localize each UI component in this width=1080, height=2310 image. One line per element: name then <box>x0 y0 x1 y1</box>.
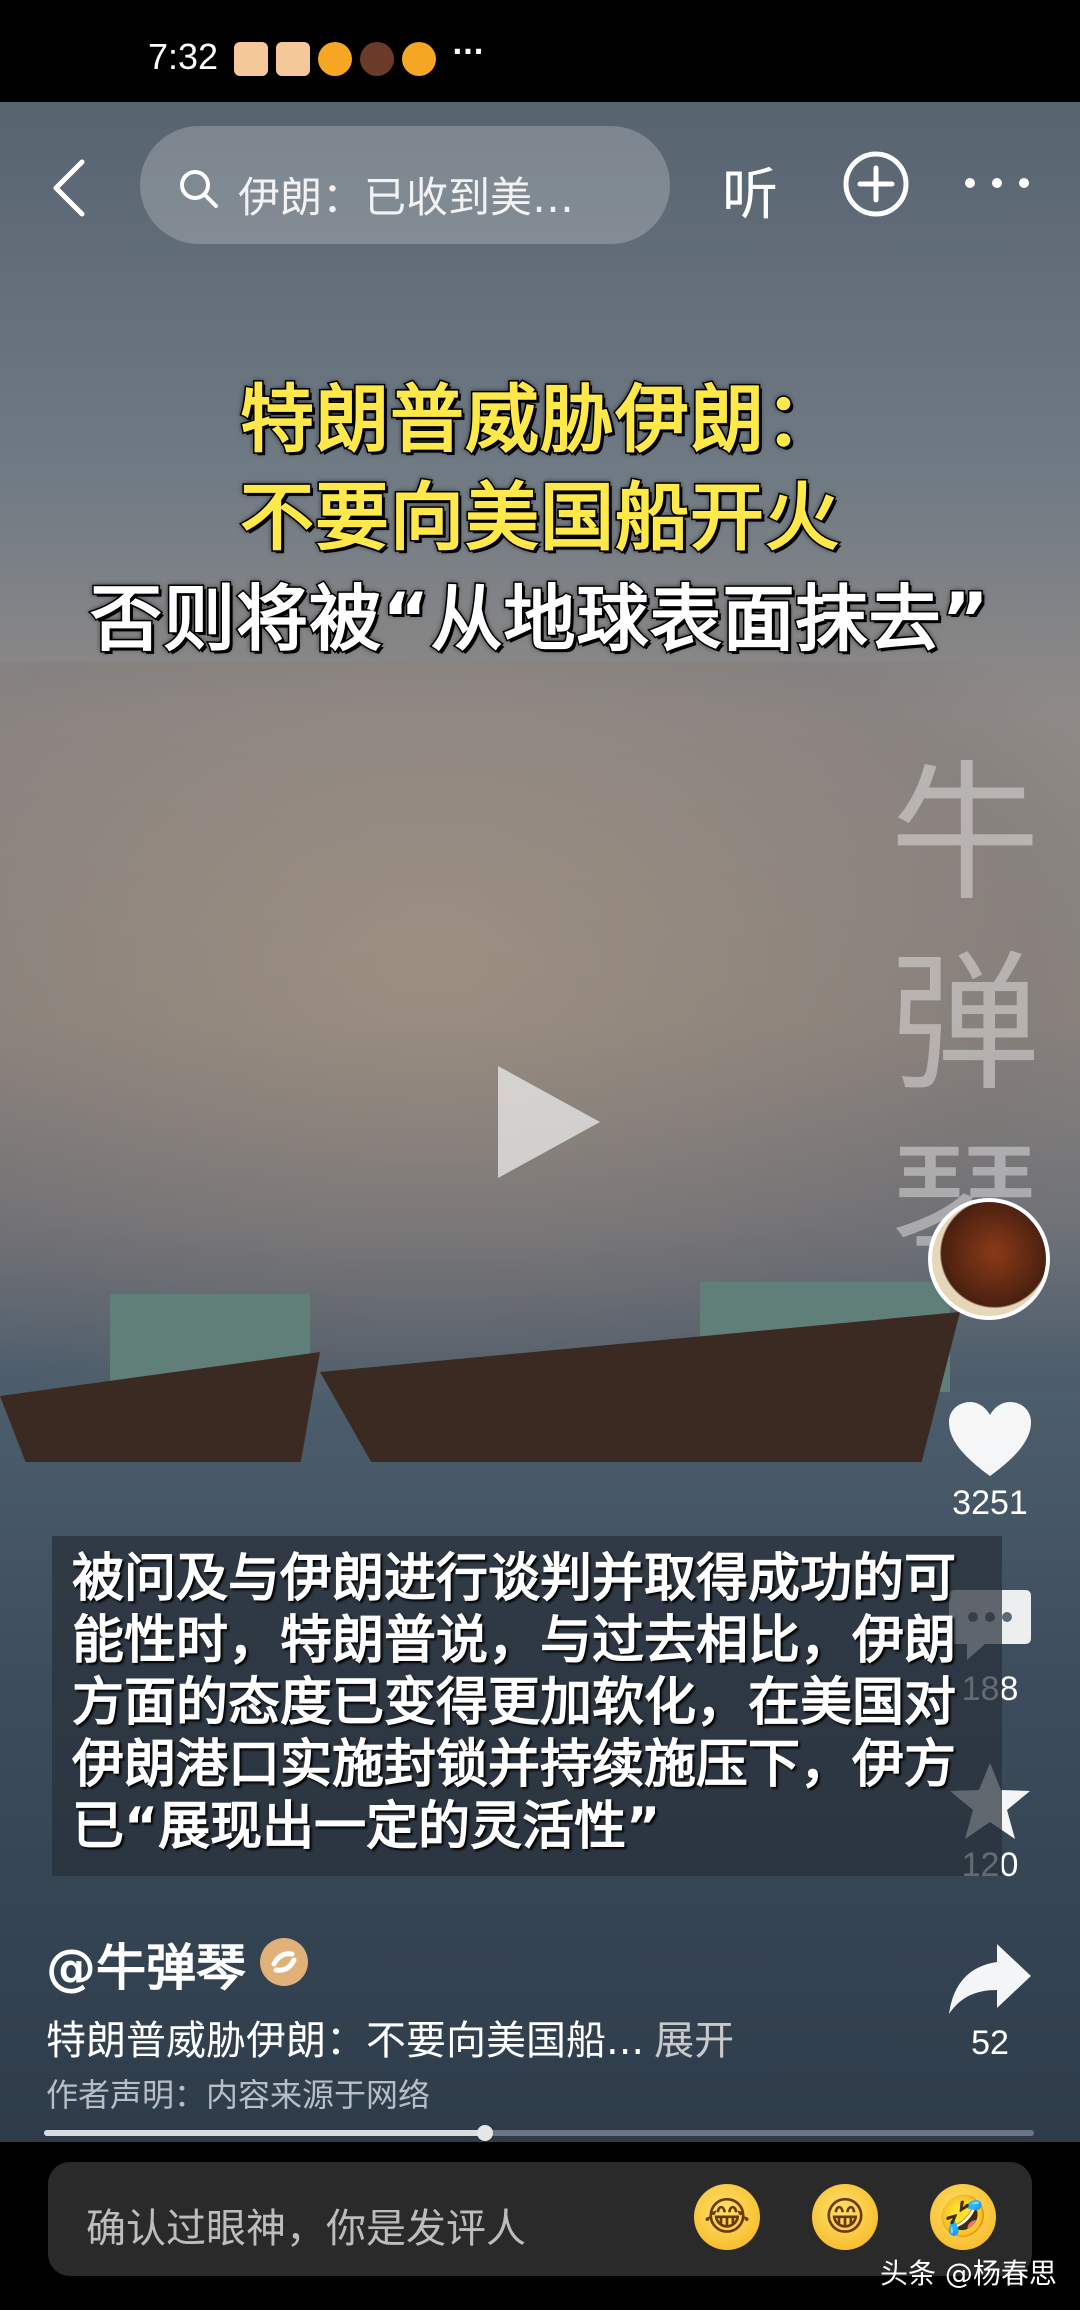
search-query: 伊朗：已收到美… <box>238 173 575 222</box>
verified-badge-icon <box>260 1938 308 1986</box>
heart-icon <box>949 1402 1031 1476</box>
video-headline-line: 否则将被“从地球表面抹去” <box>89 576 991 663</box>
search-box[interactable]: 伊朗：已收到美… <box>140 126 670 244</box>
video-progress-bar[interactable] <box>44 2125 1034 2141</box>
post-description-text: 特朗普威胁伊朗：不要向美国船... <box>46 2018 645 2064</box>
emoji-rofl-icon[interactable]: 🤣 <box>930 2184 996 2250</box>
video-progress-handle[interactable] <box>476 2125 493 2141</box>
back-arrow-icon[interactable] <box>46 158 96 218</box>
video-progress-fill <box>44 2130 485 2136</box>
emoji-laughing-icon[interactable]: 😂 <box>694 2184 760 2250</box>
source-attribution: 头条 @杨春思 <box>880 2257 1057 2290</box>
video-caption: 被问及与伊朗进行谈判并取得成功的可能性时，特朗普说，与过去相比，伊朗方面的态度已… <box>72 1549 957 1857</box>
weibo-notification-icon <box>402 42 436 76</box>
listen-button[interactable]: 听 <box>722 150 778 231</box>
emoji-grin-icon[interactable]: 😁 <box>812 2184 878 2250</box>
author-avatar[interactable] <box>928 1198 1050 1320</box>
app-notification-icon <box>234 42 268 76</box>
expand-link[interactable]: 展开 <box>654 2018 734 2064</box>
more-options-icon[interactable] <box>962 168 1032 198</box>
share-count: 52 <box>971 2024 1009 2062</box>
share-arrow-icon <box>949 1944 1031 2014</box>
author-name[interactable]: @牛弹琴 <box>46 1928 246 2000</box>
like-count: 3251 <box>952 1484 1028 1522</box>
notification-icons: ··· <box>234 35 484 76</box>
status-bar: 7:32 ··· <box>0 0 1080 102</box>
video-headline-line: 不要向美国船开火 <box>239 474 841 563</box>
post-description[interactable]: 特朗普威胁伊朗：不要向美国船... 展开 <box>46 2008 734 2066</box>
app-notification-icon <box>276 42 310 76</box>
author-declaration: 作者声明：内容来源于网络 <box>46 2076 431 2114</box>
status-time: 7:32 <box>148 36 219 77</box>
add-icon[interactable] <box>842 150 910 218</box>
play-icon[interactable] <box>492 1062 604 1182</box>
more-notifications-icon: ··· <box>452 35 484 68</box>
comment-placeholder: 确认过眼神，你是发评人 <box>86 2206 526 2252</box>
video-headline-line: 特朗普威胁伊朗： <box>239 376 841 465</box>
like-button[interactable]: 3251 <box>930 1400 1050 1523</box>
share-button[interactable]: 52 <box>930 1940 1050 2063</box>
search-icon <box>180 170 218 208</box>
top-bar: 伊朗：已收到美… 听 <box>0 120 1080 250</box>
weibo-notification-icon <box>318 42 352 76</box>
app-notification-icon <box>360 42 394 76</box>
